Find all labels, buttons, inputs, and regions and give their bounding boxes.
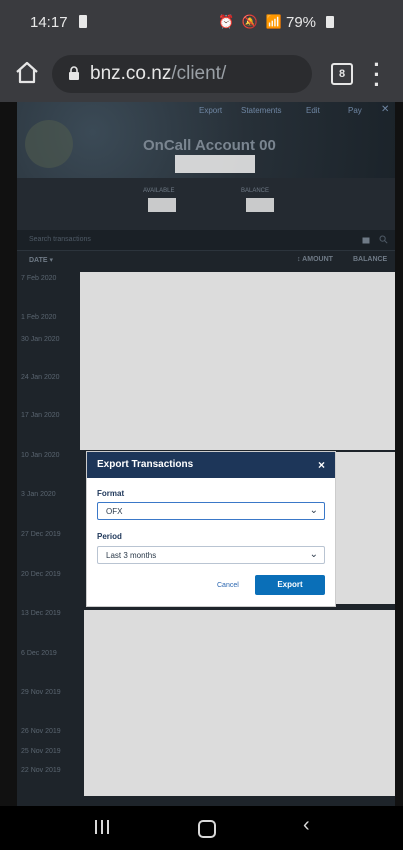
url-text: bnz.co.nz/client/ — [90, 63, 226, 85]
chevron-down-icon: ⌄ — [309, 505, 318, 516]
export-link[interactable]: Export — [199, 106, 222, 115]
format-value: OFX — [106, 507, 123, 516]
transaction-date: 25 Nov 2019 — [21, 748, 61, 755]
more-menu-icon[interactable]: · · · — [372, 54, 382, 96]
date-column-header[interactable]: DATE ▾ — [29, 256, 53, 264]
transaction-date: 22 Nov 2019 — [21, 767, 61, 774]
status-time: 14:17 — [30, 14, 68, 31]
transaction-date: 24 Jan 2020 — [21, 374, 60, 381]
account-header: Export Statements Edit Pay ✕ OnCall Acco… — [17, 102, 395, 178]
period-select[interactable]: Last 3 months ⌄ — [97, 546, 325, 564]
search-icon[interactable] — [379, 235, 388, 244]
url-path: /client/ — [171, 63, 227, 84]
home-icon[interactable] — [14, 60, 40, 86]
search-row: Search transactions — [17, 230, 395, 251]
table-header: DATE ▾ ↕ AMOUNT BALANCE — [17, 250, 395, 268]
dialog-header: Export Transactions × — [87, 452, 335, 478]
redacted-account-number — [175, 155, 255, 173]
notification-icon — [79, 15, 87, 28]
home-nav-icon[interactable] — [198, 820, 216, 838]
format-select[interactable]: OFX ⌄ — [97, 502, 325, 520]
transaction-date: 13 Dec 2019 — [21, 610, 61, 617]
browser-toolbar: bnz.co.nz/client/ 8 · · · — [0, 46, 403, 102]
lock-icon — [69, 66, 79, 80]
balance-label: BALANCE — [241, 188, 270, 194]
balance-column-header[interactable]: BALANCE — [353, 256, 387, 263]
back-icon[interactable]: ‹ — [303, 814, 310, 837]
amount-column-header[interactable]: ↕ AMOUNT — [297, 256, 333, 263]
status-icons: ⏰ 🔕 📶 — [218, 14, 284, 29]
url-domain: bnz.co.nz — [90, 63, 172, 84]
system-nav-bar: ‹ — [0, 806, 403, 850]
transaction-date: 27 Dec 2019 — [21, 531, 61, 538]
pay-link[interactable]: Pay — [348, 106, 362, 115]
redacted-transactions — [80, 272, 395, 450]
transaction-date: 10 Jan 2020 — [21, 452, 60, 459]
balance-summary: AVAILABLE BALANCE — [17, 178, 395, 230]
transaction-date: 6 Dec 2019 — [21, 650, 57, 657]
period-label: Period — [97, 532, 122, 541]
statements-link[interactable]: Statements — [241, 106, 281, 115]
period-value: Last 3 months — [106, 551, 157, 560]
search-input[interactable]: Search transactions — [29, 236, 91, 243]
battery-icon — [326, 16, 334, 28]
redacted-transactions — [335, 452, 395, 604]
dialog-title: Export Transactions — [97, 459, 194, 470]
transaction-date: 20 Dec 2019 — [21, 571, 61, 578]
chevron-down-icon: ⌄ — [309, 549, 318, 560]
url-bar[interactable]: bnz.co.nz/client/ — [52, 55, 312, 93]
close-icon[interactable]: ✕ — [381, 104, 389, 115]
edit-link[interactable]: Edit — [306, 106, 320, 115]
transaction-date: 3 Jan 2020 — [21, 491, 56, 498]
transaction-date: 29 Nov 2019 — [21, 689, 61, 696]
cancel-button[interactable]: Cancel — [217, 582, 239, 589]
battery-percent: 79% — [286, 14, 317, 31]
transaction-date: 30 Jan 2020 — [21, 336, 60, 343]
header-image — [25, 120, 73, 168]
format-label: Format — [97, 489, 125, 498]
transaction-date: 7 Feb 2020 — [21, 275, 57, 282]
export-transactions-dialog: Export Transactions × Format OFX ⌄ Perio… — [87, 452, 335, 606]
transaction-date: 1 Feb 2020 — [21, 314, 57, 321]
redacted-balance — [246, 198, 274, 212]
status-bar: 14:17 ⏰ 🔕 📶 79% — [0, 0, 403, 46]
recent-apps-icon[interactable] — [95, 820, 109, 834]
transaction-date: 26 Nov 2019 — [21, 728, 61, 735]
close-icon[interactable]: × — [318, 458, 325, 472]
redacted-available — [148, 198, 176, 212]
available-label: AVAILABLE — [143, 188, 175, 194]
redacted-transactions — [84, 610, 395, 796]
account-title: OnCall Account 00 — [143, 137, 276, 154]
transaction-date: 17 Jan 2020 — [21, 412, 60, 419]
export-button[interactable]: Export — [255, 575, 325, 595]
tab-switcher-button[interactable]: 8 — [331, 63, 353, 85]
calendar-icon[interactable] — [362, 236, 370, 244]
